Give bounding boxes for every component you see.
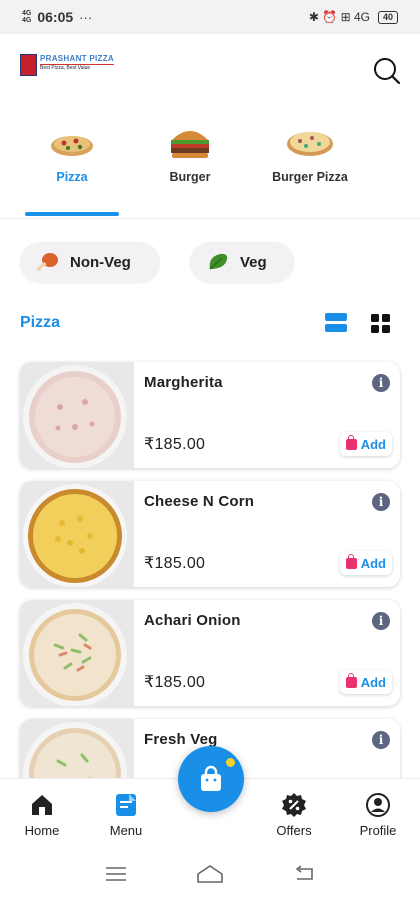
nav-profile-label: Profile [359,823,397,838]
product-price: ₹185.00 [144,436,206,453]
menu-icon [116,794,136,816]
product-price: ₹185.00 [144,555,206,572]
category-tabs: Pizza Burger Burger Pizza [0,126,420,218]
burger-icon [171,131,209,158]
product-name: Margherita [144,374,223,391]
add-button-label: Add [360,436,386,452]
nav-profile[interactable]: Profile [354,791,402,838]
product-name: Achari Onion [144,612,241,629]
burger-pizza-icon [287,132,333,156]
status-bar: 4G 4G 06:05 ··· ✱ ⏰ ⊞ 4G 40 [0,0,420,34]
tab-pizza-label: Pizza [56,170,88,184]
product-name: Cheese N Corn [144,493,255,510]
grid-view-icon[interactable] [371,314,390,333]
system-nav-bar [0,848,420,900]
cart-badge [224,756,237,769]
filter-veg-label: Veg [240,253,267,271]
nav-home-label: Home [24,823,60,838]
logo-mark [20,54,37,76]
status-time: 06:05 [37,9,74,25]
add-button[interactable]: Add [339,551,392,575]
product-image [20,481,134,587]
app-header: PRASHANT PIZZA Best Pizza, Best Value [0,34,420,104]
filter-veg-chip[interactable]: Veg [190,242,294,282]
chicken-leg-icon [36,253,58,272]
back-icon[interactable] [293,865,315,883]
filter-nonveg-label: Non-Veg [70,253,131,271]
leaf-icon [209,253,228,270]
status-left: 4G 4G 06:05 ··· [22,9,92,25]
add-button[interactable]: Add [339,670,392,694]
product-image [20,362,134,468]
home-system-icon[interactable] [196,864,224,884]
nav-menu[interactable]: Menu [104,791,148,838]
nav-offers[interactable]: Offers [270,791,318,838]
logo-line1: PRASHANT PIZZA [40,54,114,63]
product-card[interactable]: Cheese N Corn ₹185.00 i Add [20,481,400,587]
battery-icon: 40 [377,10,398,24]
nav-offers-label: Offers [276,823,312,838]
signal-icon: 4G 4G [22,10,31,24]
info-icon[interactable]: i [372,493,390,511]
nav-home[interactable]: Home [20,791,64,838]
product-price: ₹185.00 [144,674,206,691]
bag-icon [345,672,357,688]
product-card[interactable]: Achari Onion ₹185.00 i Add [20,600,400,706]
logo-line2: Best Pizza, Best Value [40,64,114,72]
active-tab-indicator [25,212,119,216]
brand-logo[interactable]: PRASHANT PIZZA Best Pizza, Best Value [20,54,114,76]
tab-burger-pizza-label: Burger Pizza [272,170,348,184]
product-card[interactable]: Margherita ₹185.00 i Add [20,362,400,468]
offers-icon [282,793,306,817]
signal-bottom-label: 4G [22,17,32,24]
home-icon [32,795,52,815]
nav-menu-label: Menu [109,823,143,838]
info-icon[interactable]: i [372,374,390,392]
profile-icon [366,793,390,817]
filter-nonveg-chip[interactable]: Non-Veg [20,242,160,282]
tab-pizza[interactable]: Pizza [42,126,102,184]
tab-burger-label: Burger [169,170,211,184]
signal-top-label: 4G [22,10,32,17]
section-title: Pizza [20,314,61,331]
add-button[interactable]: Add [339,432,392,456]
add-button-label: Add [360,555,386,571]
recent-apps-icon[interactable] [105,866,127,882]
status-right: ✱ ⏰ ⊞ 4G 40 [309,10,398,24]
add-button-label: Add [360,674,386,690]
search-icon[interactable] [372,56,402,86]
info-icon[interactable]: i [372,731,390,749]
pizza-icon [51,136,93,156]
notification-dots: ··· [79,9,93,25]
info-icon[interactable]: i [372,612,390,630]
product-image [20,600,134,706]
bag-icon [345,434,357,450]
tabs-divider [0,218,420,219]
bag-icon [345,553,357,569]
cart-button[interactable] [178,746,244,812]
tab-burger[interactable]: Burger [160,126,220,184]
tab-burger-pizza[interactable]: Burger Pizza [266,126,354,184]
list-view-icon[interactable] [325,313,347,333]
status-icons: ✱ ⏰ ⊞ 4G [308,10,370,24]
logo-text: PRASHANT PIZZA Best Pizza, Best Value [40,54,114,72]
app-screen: 4G 4G 06:05 ··· ✱ ⏰ ⊞ 4G 40 PRASHANT PIZ… [0,0,420,900]
shopping-bag-icon [201,765,221,791]
